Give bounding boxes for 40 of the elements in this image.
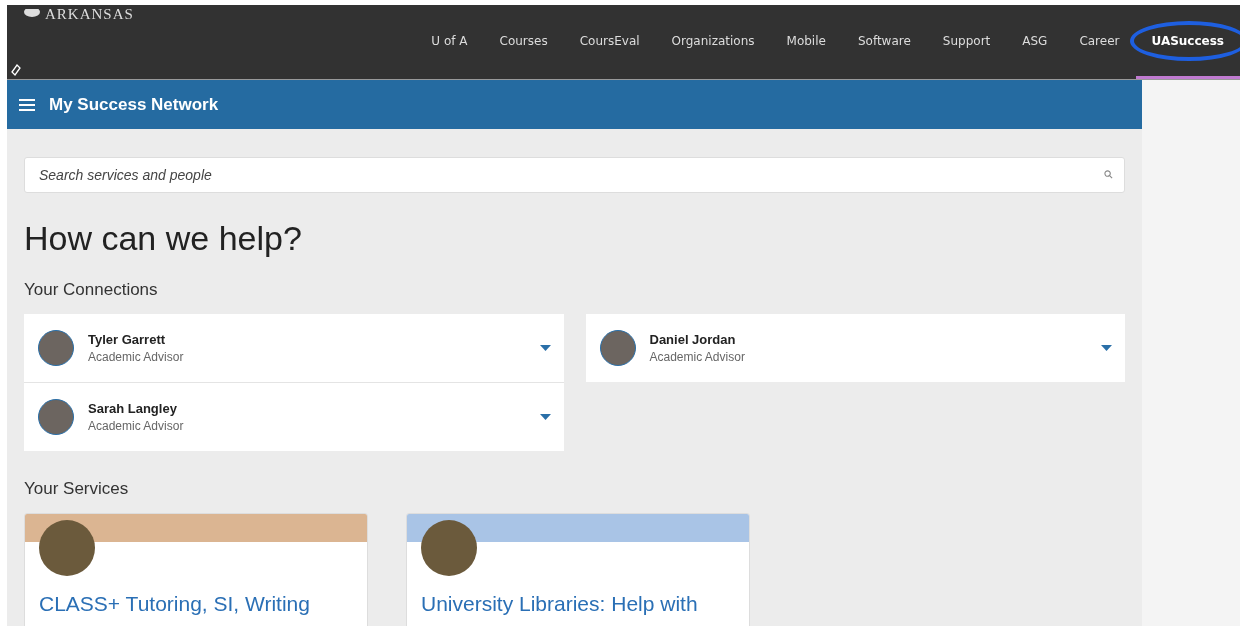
person-name: Tyler Garrett [88, 332, 167, 347]
nav-link[interactable]: Organizations [655, 5, 771, 79]
photo-placeholder [421, 520, 477, 576]
nav-link[interactable]: Career [1063, 5, 1136, 79]
section-title: Your Services [24, 479, 130, 499]
avatar [599, 330, 636, 366]
section-title: Your Connections [24, 280, 159, 300]
nav-link[interactable]: U of A [415, 5, 484, 79]
brand-wordmark: ARKANSAS [45, 6, 134, 22]
nav-link[interactable]: Support [926, 5, 1007, 79]
caret-icon[interactable] [539, 414, 551, 420]
person-role: Academic Advisor [88, 350, 185, 364]
person-name: Sarah Langley [88, 401, 178, 416]
header-title: My Success Network [49, 94, 219, 115]
search-icon[interactable] [1104, 170, 1113, 179]
service-card[interactable]: University Libraries: Help with [406, 513, 750, 626]
caret-icon[interactable] [1101, 345, 1112, 351]
person-role: Academic Advisor [88, 419, 185, 433]
logo-icon [23, 9, 41, 19]
nav-link[interactable]: ASG [1006, 5, 1064, 79]
connection-row[interactable]: Sarah Langley Academic Advisor [24, 383, 564, 451]
service-title[interactable]: CLASS+ Tutoring, SI, Writing [39, 592, 367, 616]
nav-link[interactable]: Courses [483, 5, 564, 79]
nav-link[interactable]: CoursEval [563, 5, 656, 79]
caret-icon[interactable] [539, 345, 551, 351]
link-icon[interactable] [11, 64, 21, 76]
person-name: Daniel Jordan [649, 332, 737, 347]
page-heading: How can we help? [24, 219, 303, 258]
person-role: Academic Advisor [649, 350, 746, 364]
avatar [38, 399, 74, 435]
connection-row[interactable]: Daniel Jordan Academic Advisor [585, 314, 1125, 382]
search-field[interactable]: Search services and people [24, 157, 1125, 193]
menu-icon[interactable] [19, 98, 35, 111]
connection-row[interactable]: Tyler Garrett Academic Advisor [24, 314, 564, 382]
avatar [38, 330, 74, 366]
service-card[interactable]: CLASS+ Tutoring, SI, Writing [24, 513, 368, 626]
service-title[interactable]: University Libraries: Help with [421, 592, 749, 616]
nav-link[interactable]: Software [841, 5, 927, 79]
photo-placeholder [39, 520, 95, 576]
nav-link[interactable]: Mobile [770, 5, 842, 79]
